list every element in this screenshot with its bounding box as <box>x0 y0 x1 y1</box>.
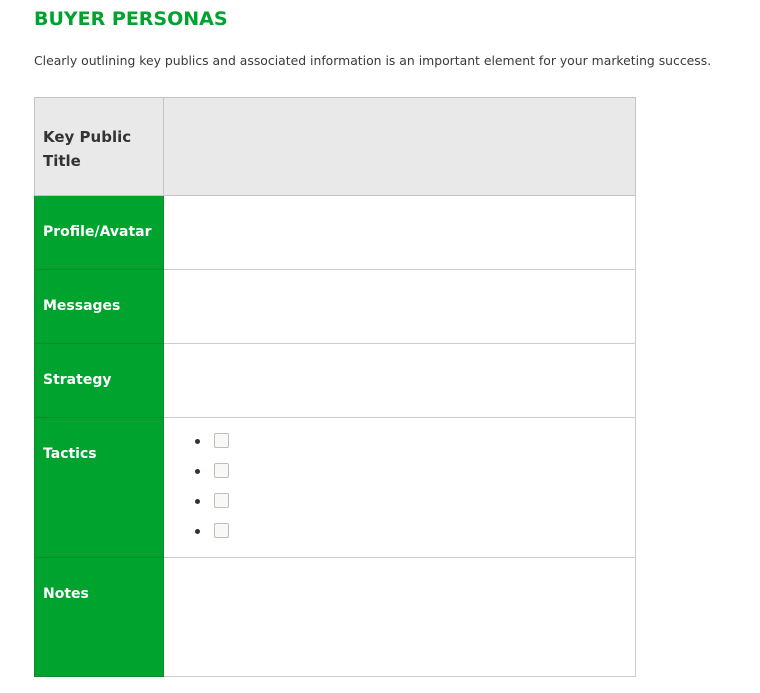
row-label: Profile/Avatar <box>43 224 152 240</box>
row-label: Notes <box>43 586 89 602</box>
tactics-checklist <box>164 418 635 554</box>
profile-avatar-field[interactable] <box>163 195 636 270</box>
row-label: Strategy <box>43 372 112 388</box>
intro-text: Clearly outlining key publics and associ… <box>34 53 712 68</box>
table-row-tactics: Tactics <box>34 417 636 558</box>
page-title: BUYER PERSONAS <box>34 8 228 30</box>
notes-field[interactable] <box>163 557 636 677</box>
bullet-icon <box>195 469 200 474</box>
row-label-cell: Key Public Title <box>34 97 164 196</box>
table-row-key-public-title: Key Public Title <box>34 97 636 196</box>
row-label-cell: Notes <box>34 557 164 677</box>
row-label: Key Public Title <box>43 128 132 170</box>
table-row-messages: Messages <box>34 269 636 344</box>
checklist-item <box>195 523 635 554</box>
row-label-cell: Profile/Avatar <box>34 195 164 270</box>
checkbox[interactable] <box>214 523 229 538</box>
checklist-item <box>195 463 635 494</box>
checklist-item <box>195 493 635 524</box>
key-public-title-field[interactable] <box>163 97 636 196</box>
bullet-icon <box>195 439 200 444</box>
row-label: Tactics <box>43 446 97 462</box>
messages-field[interactable] <box>163 269 636 344</box>
checklist-item <box>195 433 635 464</box>
row-label: Messages <box>43 298 121 314</box>
row-label-cell: Messages <box>34 269 164 344</box>
table-row-strategy: Strategy <box>34 343 636 418</box>
bullet-icon <box>195 499 200 504</box>
buyer-persona-table: Key Public Title Profile/Avatar Messages… <box>34 97 636 677</box>
bullet-icon <box>195 529 200 534</box>
row-label-cell: Tactics <box>34 417 164 558</box>
strategy-field[interactable] <box>163 343 636 418</box>
checkbox[interactable] <box>214 463 229 478</box>
table-row-profile-avatar: Profile/Avatar <box>34 195 636 270</box>
tactics-field <box>163 417 636 558</box>
checkbox[interactable] <box>214 493 229 508</box>
table-row-notes: Notes <box>34 557 636 677</box>
checkbox[interactable] <box>214 433 229 448</box>
row-label-cell: Strategy <box>34 343 164 418</box>
